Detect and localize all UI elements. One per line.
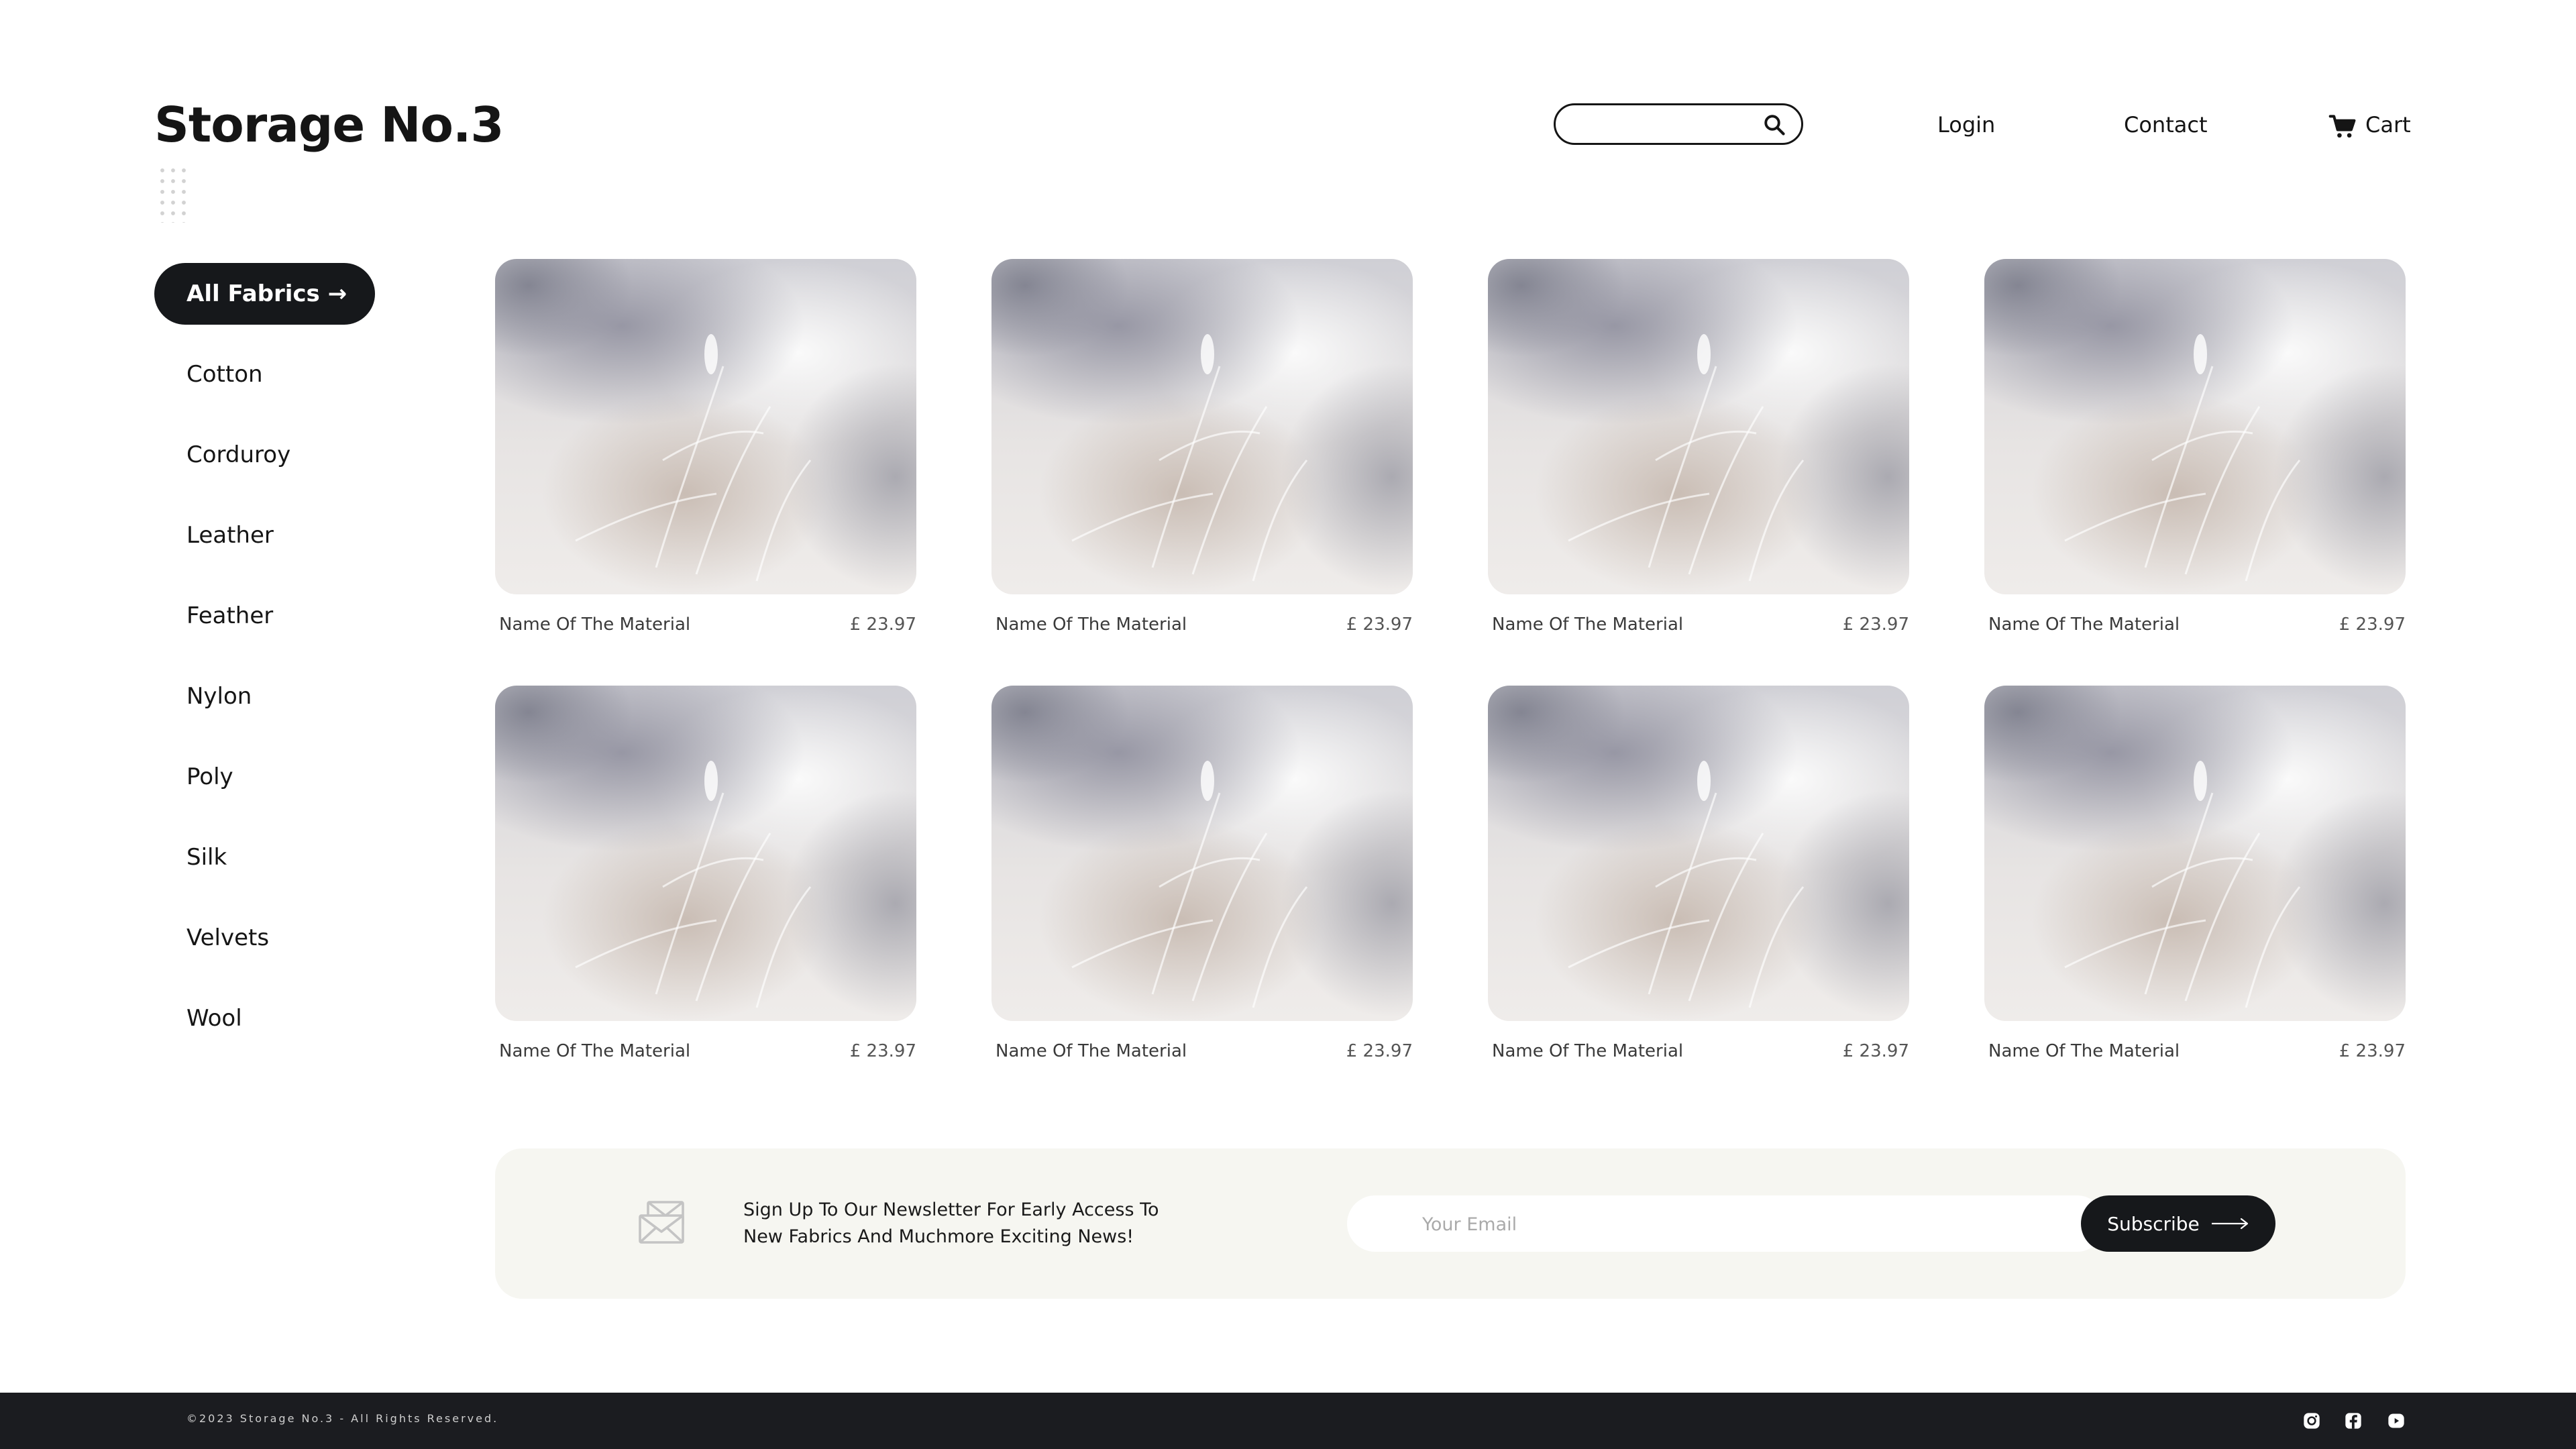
email-field-wrapper[interactable] xyxy=(1347,1195,2105,1252)
arrow-right-icon xyxy=(2211,1218,2248,1230)
product-price: £ 23.97 xyxy=(849,1041,916,1061)
product-card[interactable]: Name Of The Material £ 23.97 xyxy=(1488,686,1909,1061)
product-card[interactable]: Name Of The Material £ 23.97 xyxy=(1984,259,2406,635)
facebook-icon[interactable] xyxy=(2344,1411,2363,1430)
category-item-wool[interactable]: Wool xyxy=(154,978,396,1059)
product-name[interactable]: Name Of The Material xyxy=(1988,614,2180,635)
product-card[interactable]: Name Of The Material £ 23.97 xyxy=(991,686,1413,1061)
product-name[interactable]: Name Of The Material xyxy=(996,1041,1187,1061)
category-item-leather[interactable]: Leather xyxy=(154,495,396,576)
category-item-nylon[interactable]: Nylon xyxy=(154,656,396,737)
category-all-fabrics[interactable]: All Fabrics → xyxy=(154,263,376,325)
brand-logo[interactable]: Storage No.3 xyxy=(154,93,504,157)
search-box[interactable] xyxy=(1554,103,1803,145)
category-sidebar: All Fabrics → Cotton Corduroy Leather Fe… xyxy=(154,263,396,1059)
category-list: Cotton Corduroy Leather Feather Nylon Po… xyxy=(154,334,396,1059)
product-price: £ 23.97 xyxy=(1346,614,1413,635)
newsletter-text: Sign Up To Our Newsletter For Early Acce… xyxy=(743,1199,1159,1247)
product-name[interactable]: Name Of The Material xyxy=(996,614,1187,635)
product-name[interactable]: Name Of The Material xyxy=(1492,614,1683,635)
product-name[interactable]: Name Of The Material xyxy=(499,1041,690,1061)
product-name[interactable]: Name Of The Material xyxy=(499,614,690,635)
product-name[interactable]: Name Of The Material xyxy=(1988,1041,2180,1061)
category-item-silk[interactable]: Silk xyxy=(154,817,396,898)
cart-icon[interactable] xyxy=(2328,111,2357,141)
search-icon[interactable] xyxy=(1762,113,1786,137)
product-image[interactable] xyxy=(495,259,916,594)
product-image[interactable] xyxy=(991,686,1413,1021)
product-image[interactable] xyxy=(1984,259,2406,594)
product-image[interactable] xyxy=(991,259,1413,594)
subscribe-button[interactable]: Subscribe xyxy=(2081,1195,2275,1252)
subscribe-label: Subscribe xyxy=(2107,1212,2200,1235)
category-item-feather[interactable]: Feather xyxy=(154,576,396,656)
nav-contact-link[interactable]: Contact xyxy=(2124,110,2208,140)
nav-cart-link[interactable]: Cart xyxy=(2365,110,2411,140)
product-card[interactable]: Name Of The Material £ 23.97 xyxy=(495,686,916,1061)
product-price: £ 23.97 xyxy=(2339,614,2406,635)
product-image[interactable] xyxy=(1488,259,1909,594)
youtube-icon[interactable] xyxy=(2387,1411,2406,1430)
site-footer: ©2023 Storage No.3 - All Rights Reserved… xyxy=(0,1393,2576,1449)
product-image[interactable] xyxy=(1984,686,2406,1021)
product-card[interactable]: Name Of The Material £ 23.97 xyxy=(1488,259,1909,635)
product-image[interactable] xyxy=(1488,686,1909,1021)
product-card[interactable]: Name Of The Material £ 23.97 xyxy=(495,259,916,635)
product-card[interactable]: Name Of The Material £ 23.97 xyxy=(1984,686,2406,1061)
product-price: £ 23.97 xyxy=(849,614,916,635)
nav-login-link[interactable]: Login xyxy=(1937,110,1995,140)
product-price: £ 23.97 xyxy=(1842,614,1909,635)
newsletter-banner: Sign Up To Our Newsletter For Early Acce… xyxy=(495,1148,2406,1299)
category-item-velvets[interactable]: Velvets xyxy=(154,898,396,978)
product-card[interactable]: Name Of The Material £ 23.97 xyxy=(991,259,1413,635)
instagram-icon[interactable] xyxy=(2302,1411,2321,1430)
category-item-cotton[interactable]: Cotton xyxy=(154,334,396,415)
product-image[interactable] xyxy=(495,686,916,1021)
product-price: £ 23.97 xyxy=(1346,1041,1413,1061)
product-price: £ 23.97 xyxy=(2339,1041,2406,1061)
decorative-dot-grid xyxy=(157,165,189,223)
product-price: £ 23.97 xyxy=(1842,1041,1909,1061)
product-name[interactable]: Name Of The Material xyxy=(1492,1041,1683,1061)
search-input[interactable] xyxy=(1573,111,1750,139)
category-item-corduroy[interactable]: Corduroy xyxy=(154,415,396,495)
category-item-poly[interactable]: Poly xyxy=(154,737,396,817)
copyright-text: ©2023 Storage No.3 - All Rights Reserved… xyxy=(186,1412,499,1425)
mail-icon xyxy=(639,1201,684,1244)
email-input[interactable] xyxy=(1421,1208,2027,1241)
